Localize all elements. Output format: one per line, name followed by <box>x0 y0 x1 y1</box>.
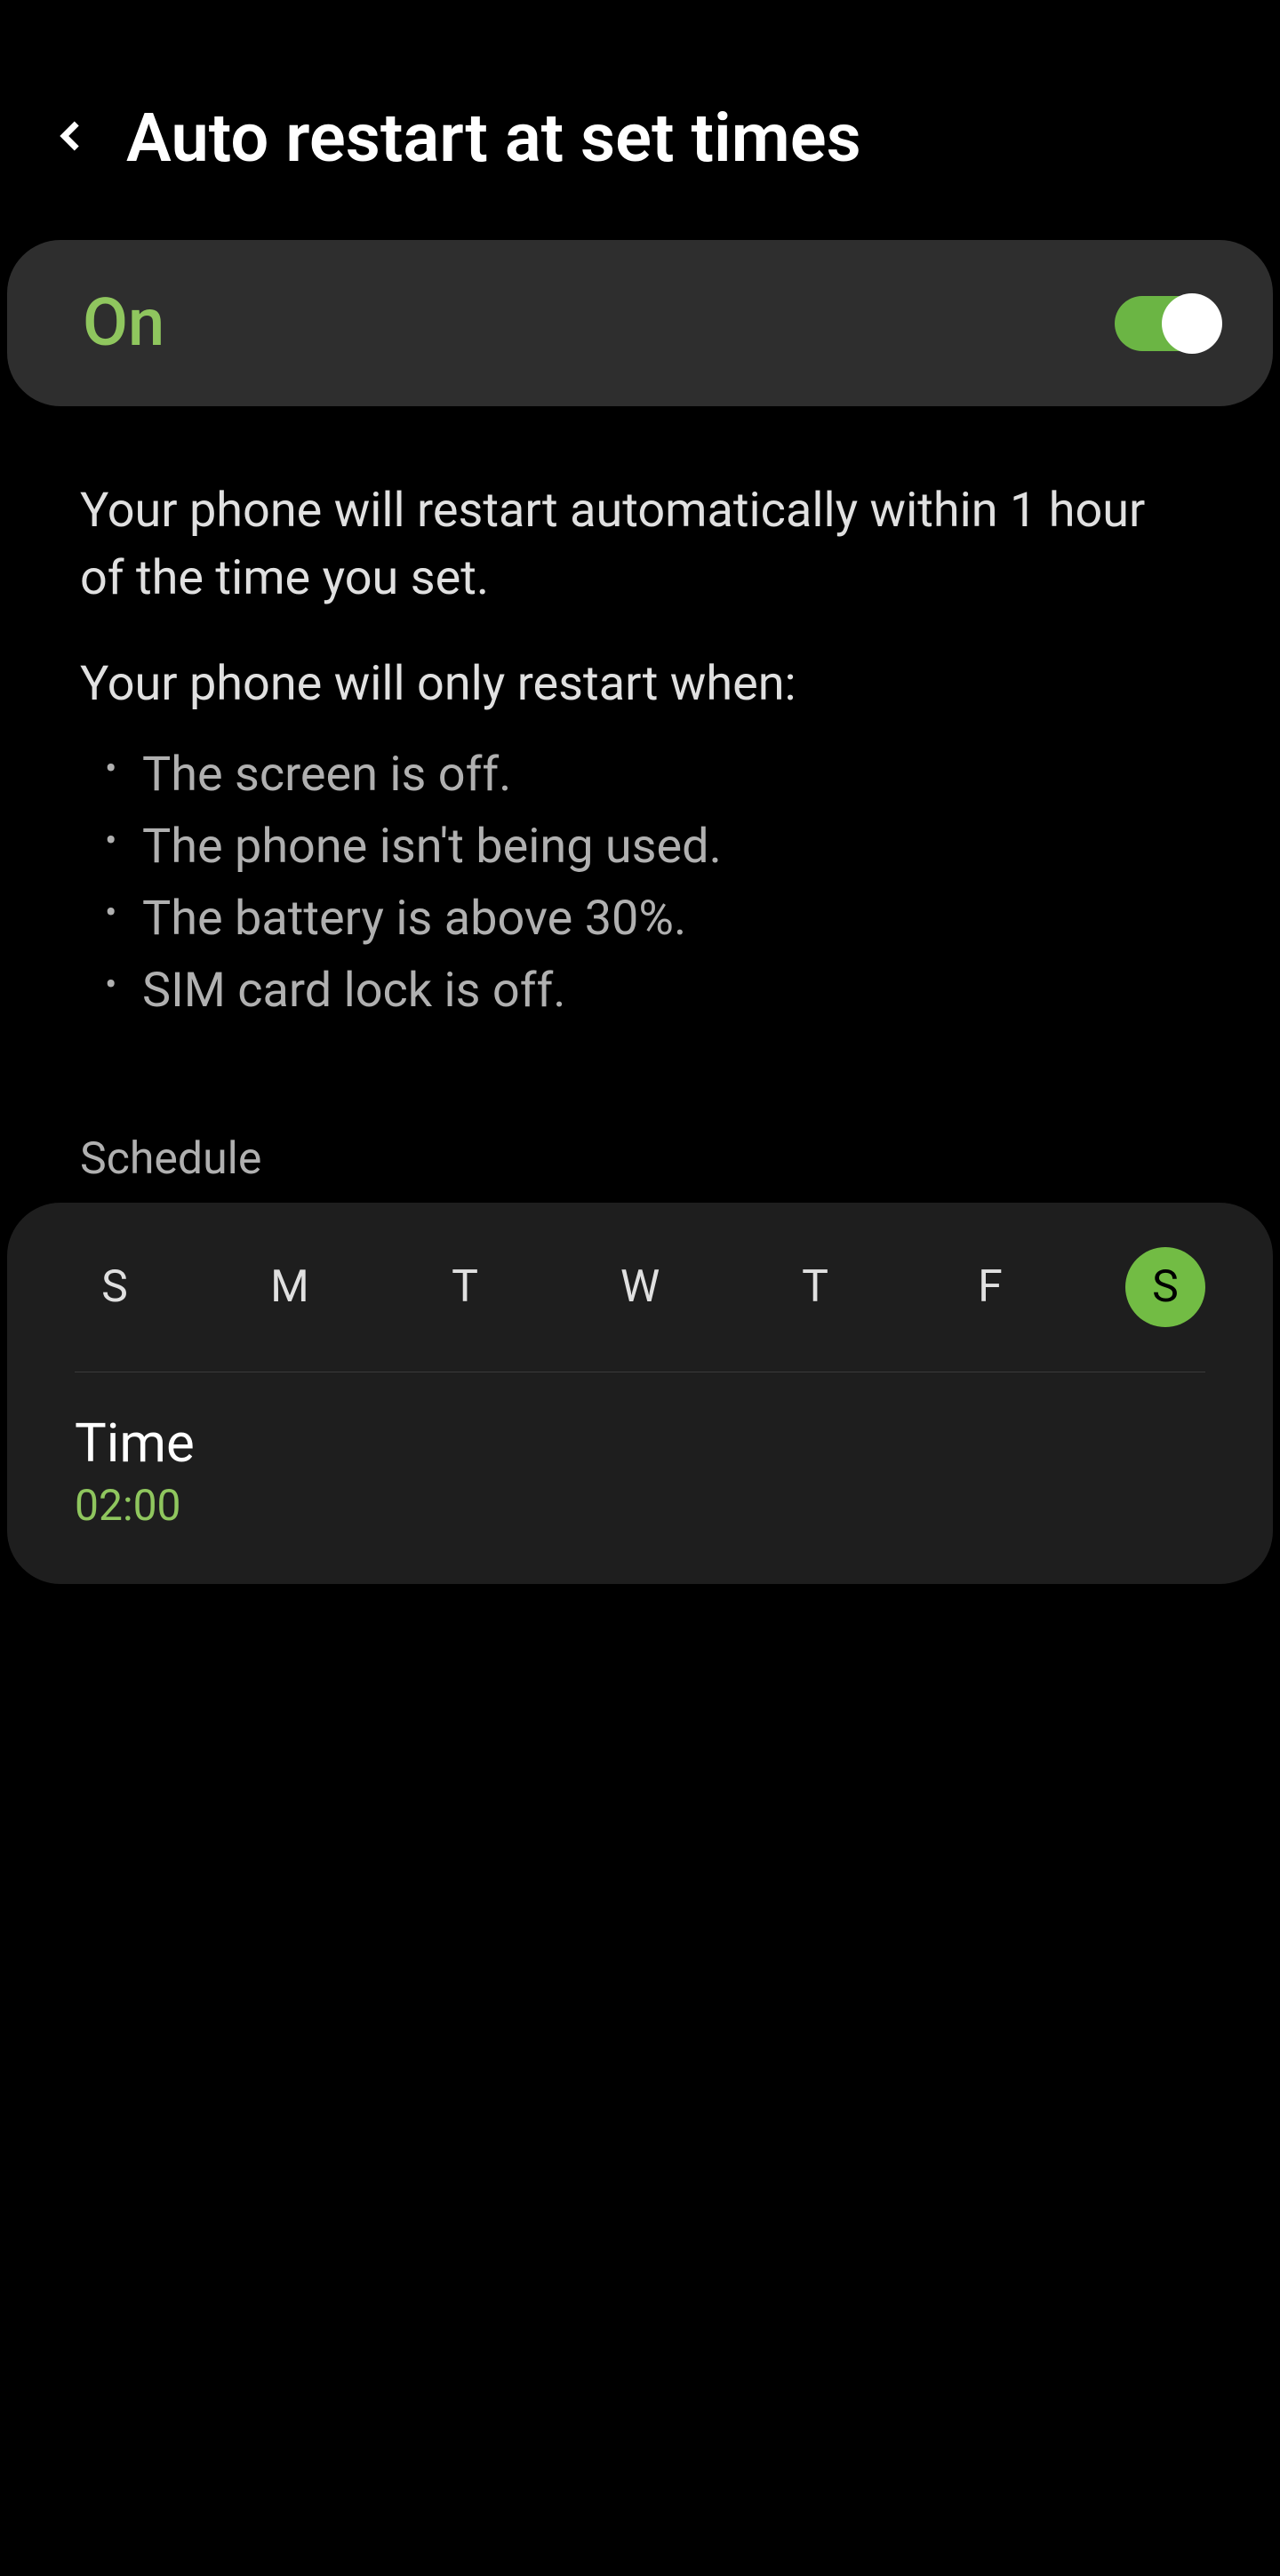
description-section: Your phone will restart automatically wi… <box>0 406 1280 1053</box>
page-title: Auto restart at set times <box>126 98 861 178</box>
condition-item: The phone isn't being used. <box>142 811 1200 883</box>
day-sunday[interactable]: S <box>75 1247 155 1327</box>
time-row[interactable]: Time 02:00 <box>75 1372 1205 1531</box>
condition-item: SIM card lock is off. <box>142 955 1200 1027</box>
day-monday[interactable]: M <box>250 1247 330 1327</box>
master-toggle-card[interactable]: On <box>7 240 1273 406</box>
day-tuesday[interactable]: T <box>425 1247 505 1327</box>
time-label: Time <box>75 1412 1205 1475</box>
condition-item: The screen is off. <box>142 739 1200 811</box>
time-value: 02:00 <box>75 1480 1205 1531</box>
day-thursday[interactable]: T <box>775 1247 855 1327</box>
day-friday[interactable]: F <box>950 1247 1030 1327</box>
toggle-label: On <box>83 284 164 362</box>
header: Auto restart at set times <box>0 0 1280 222</box>
conditions-intro: Your phone will only restart when: <box>80 656 1200 712</box>
conditions-list: The screen is off. The phone isn't being… <box>80 739 1200 1027</box>
day-saturday[interactable]: S <box>1125 1247 1205 1327</box>
days-row: S M T W T F S <box>75 1247 1205 1372</box>
condition-item: The battery is above 30%. <box>142 883 1200 955</box>
description-main: Your phone will restart automatically wi… <box>80 477 1200 612</box>
schedule-section-label: Schedule <box>80 1133 1280 1185</box>
toggle-switch[interactable] <box>1115 296 1220 351</box>
toggle-knob <box>1162 293 1222 354</box>
back-icon[interactable] <box>53 117 91 158</box>
schedule-card: S M T W T F S Time 02:00 <box>7 1203 1273 1584</box>
day-wednesday[interactable]: W <box>600 1247 680 1327</box>
